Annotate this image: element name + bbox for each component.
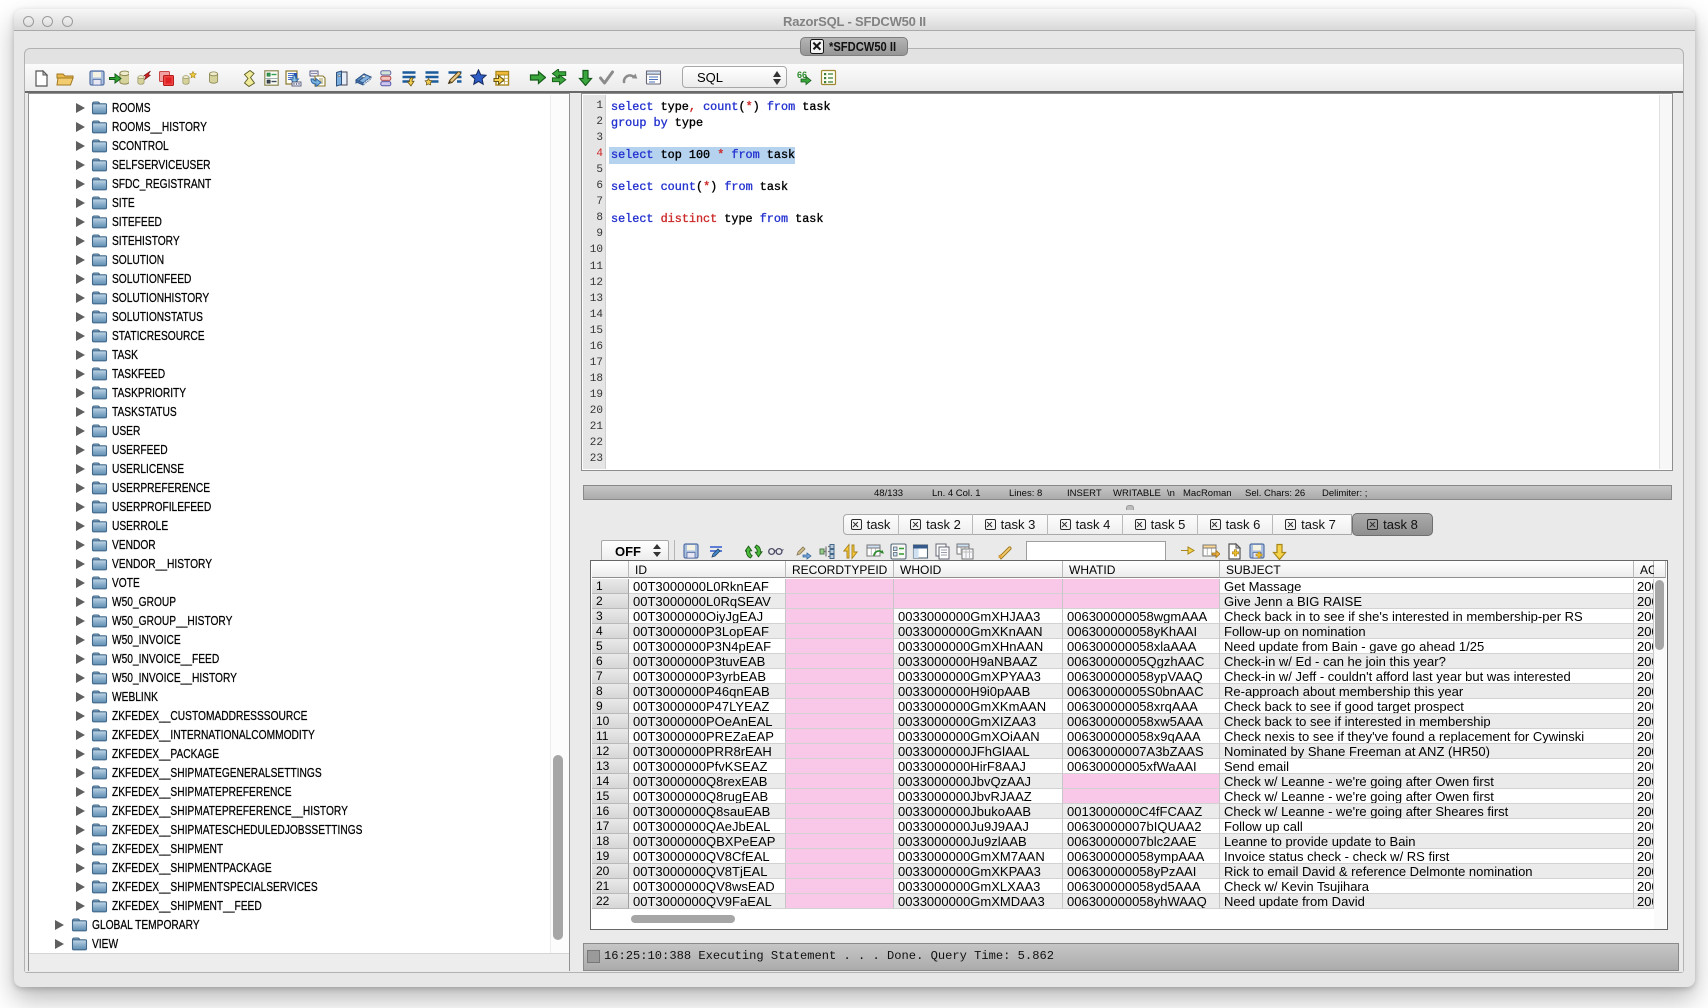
svg-text:66: 66 — [797, 70, 807, 80]
